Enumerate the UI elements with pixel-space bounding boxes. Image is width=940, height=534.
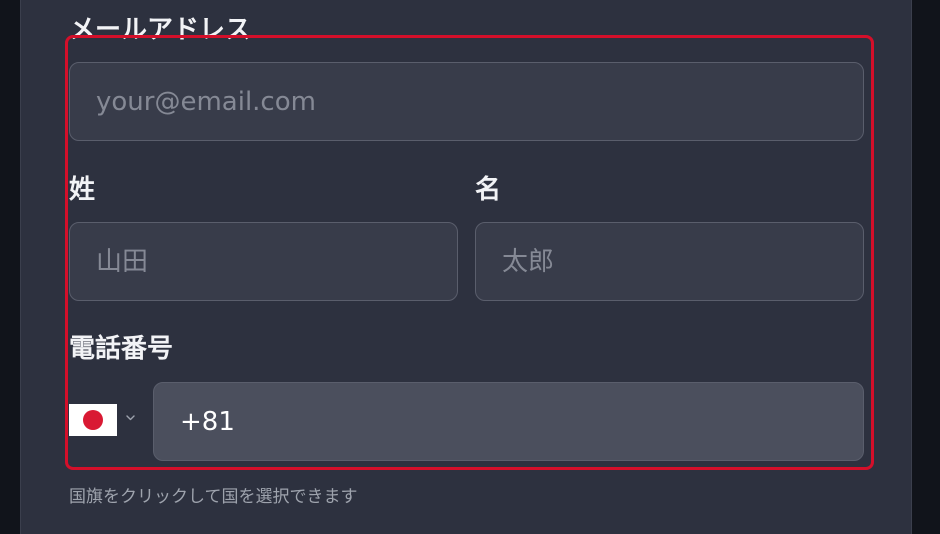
- signup-form-panel: メールアドレス 姓 名 電話番号 国旗をクリックして国を選択できます: [20, 0, 912, 534]
- japan-flag-icon: [69, 404, 117, 436]
- chevron-down-icon: [126, 415, 135, 421]
- phone-label: 電話番号: [69, 334, 174, 364]
- phone-country-hint: 国旗をクリックして国を選択できます: [69, 487, 358, 507]
- email-input[interactable]: [69, 62, 864, 141]
- first-name-input[interactable]: [475, 222, 864, 301]
- last-name-label: 姓: [69, 175, 96, 205]
- phone-input[interactable]: [153, 382, 864, 461]
- last-name-input[interactable]: [69, 222, 458, 301]
- first-name-label: 名: [475, 175, 502, 205]
- japan-flag-sun: [83, 410, 103, 430]
- country-selector[interactable]: [69, 366, 147, 476]
